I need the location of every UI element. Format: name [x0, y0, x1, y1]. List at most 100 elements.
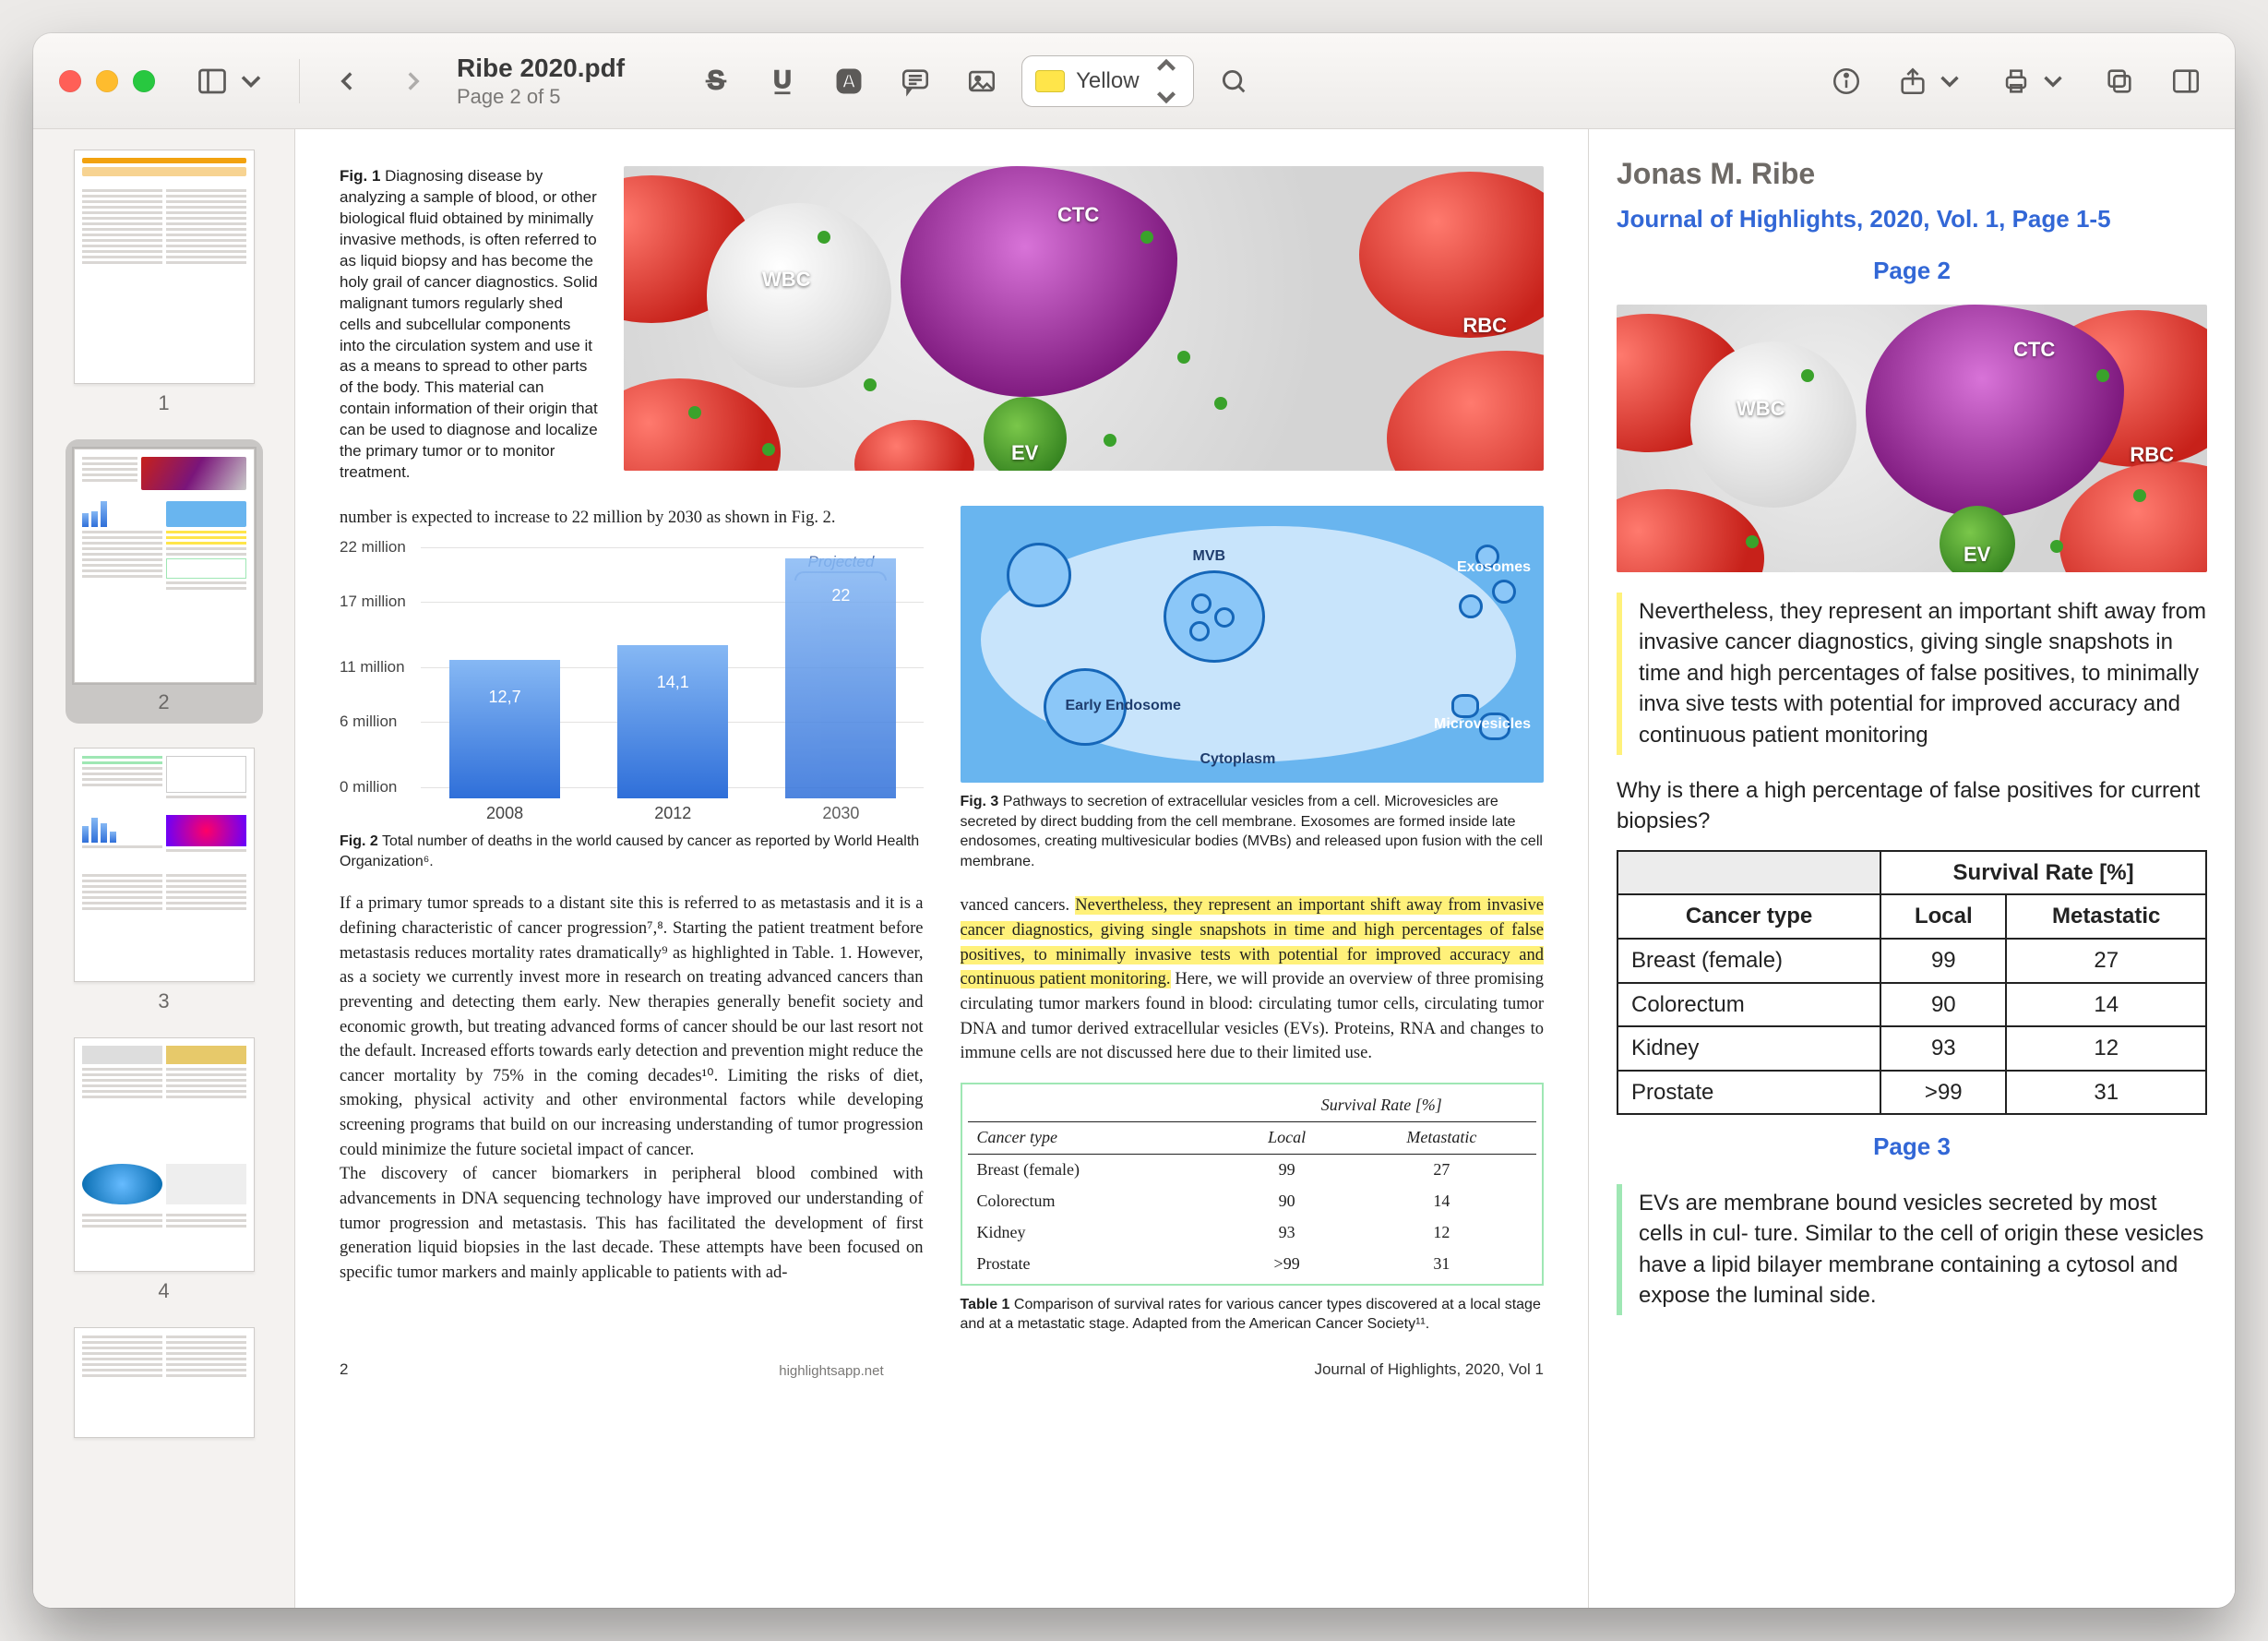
cell-meta: 27: [2006, 939, 2206, 983]
text-highlight-tool-button[interactable]: A: [822, 55, 876, 107]
fig2-chart: 22 million17 million11 million6 million0…: [340, 547, 924, 824]
highlight-color-picker[interactable]: Yellow: [1021, 55, 1194, 107]
page-number: 2: [340, 1360, 348, 1379]
toolbar-divider: [299, 59, 300, 103]
image-highlight-tool-button[interactable]: [955, 55, 1009, 107]
thumbnail-page-2[interactable]: 2: [66, 439, 263, 724]
cell-meta: 27: [1347, 1155, 1536, 1186]
chart-y-tick: 6 million: [340, 711, 397, 733]
comment-tool-button[interactable]: [889, 55, 942, 107]
thumbnail-sidebar[interactable]: 1: [33, 129, 295, 1608]
table-row: Prostate>9931: [1617, 1071, 2206, 1115]
document-title-block: Ribe 2020.pdf Page 2 of 5: [457, 52, 625, 110]
window-controls: [59, 70, 155, 92]
notes-table[interactable]: Survival Rate [%] Cancer type Local Meta…: [1617, 850, 2207, 1116]
cell-cancer-type: Kidney: [1617, 1026, 1880, 1071]
share-button[interactable]: [1886, 55, 1976, 107]
cell-cancer-type: Prostate: [968, 1249, 1227, 1280]
notes-image-clip[interactable]: WBC CTC RBC EV: [1617, 305, 2207, 572]
thumbnail-number: 1: [158, 391, 169, 415]
cell-cancer-type: Colorectum: [1617, 983, 1880, 1027]
notes-yellow-snippet[interactable]: Nevertheless, they represent an importan…: [1617, 593, 2207, 755]
thumbnail-number: 4: [158, 1279, 169, 1303]
fig1-label-wbc: WBC: [762, 268, 811, 292]
chart-bar-value: 22: [831, 584, 850, 608]
fig2-label: Fig. 2: [340, 833, 378, 849]
table1-highlight-box[interactable]: Survival Rate [%] Cancer type Local Meta…: [961, 1083, 1545, 1285]
notes-page2-label[interactable]: Page 2: [1617, 254, 2207, 287]
chart-y-tick: 0 million: [340, 776, 397, 798]
thumbnail-page-3[interactable]: 3: [66, 748, 263, 1013]
underline-tool-button[interactable]: U: [756, 55, 809, 107]
cell-meta: 14: [2006, 983, 2206, 1027]
fig3-image: Early Endosome MVB Exosomes Microvesicle…: [961, 506, 1545, 783]
page-back-button[interactable]: [320, 55, 374, 107]
table-row: Colorectum9014: [968, 1186, 1537, 1217]
fig1-label-ctc: CTC: [1057, 203, 1099, 227]
notes-green-snippet[interactable]: EVs are membrane bound vesicles secreted…: [1617, 1184, 2207, 1315]
table-row: Kidney9312: [968, 1217, 1537, 1249]
notes-user-question[interactable]: Why is there a high percentage of false …: [1617, 775, 2207, 837]
table-row: Kidney9312: [1617, 1026, 2206, 1071]
strikethrough-tool-button[interactable]: S: [689, 55, 743, 107]
notes-author: Jonas M. Ribe: [1617, 153, 2207, 195]
close-window-button[interactable]: [59, 70, 81, 92]
search-button[interactable]: [1207, 55, 1260, 107]
minimize-window-button[interactable]: [96, 70, 118, 92]
fig3-caption: Fig. 3 Pathways to secretion of extracel…: [961, 792, 1545, 871]
thumbnail-page-5[interactable]: [66, 1327, 263, 1438]
lead-sentence: number is expected to increase to 22 mil…: [340, 506, 924, 531]
chart-x-tick: 2012: [654, 802, 691, 826]
cell-meta: 31: [1347, 1249, 1536, 1280]
zoom-window-button[interactable]: [133, 70, 155, 92]
cell-meta: 12: [2006, 1026, 2206, 1071]
thumbnail-page-4[interactable]: 4: [66, 1037, 263, 1303]
thumbnail-page-1[interactable]: 1: [66, 150, 263, 415]
notes-panel[interactable]: Jonas M. Ribe Journal of Highlights, 202…: [1589, 129, 2235, 1608]
notes-panel-toggle-button[interactable]: [2159, 55, 2213, 107]
table-row: Breast (female)9927: [968, 1155, 1537, 1186]
thumbnail-number: 2: [158, 690, 169, 714]
fig1-label: Fig. 1: [340, 167, 380, 185]
chart-bar: 222030: [785, 558, 896, 798]
fig1-label-ev: EV: [1011, 441, 1038, 465]
cell-meta: 31: [2006, 1071, 2206, 1115]
copy-button[interactable]: [2093, 55, 2146, 107]
stepper-icon: [1151, 50, 1182, 113]
app-window: Ribe 2020.pdf Page 2 of 5 S U A Yellow: [33, 33, 2235, 1608]
chart-bar-value: 14,1: [657, 671, 689, 695]
fig1-caption: Fig. 1 Diagnosing disease by analyzing a…: [340, 166, 598, 484]
cell-local: 93: [1880, 1026, 2006, 1071]
cell-local: >99: [1226, 1249, 1346, 1280]
info-button[interactable]: [1820, 55, 1873, 107]
cell-local: >99: [1880, 1071, 2006, 1115]
table-row: Breast (female)9927: [1617, 939, 2206, 983]
cell-local: 99: [1226, 1155, 1346, 1186]
cell-cancer-type: Breast (female): [968, 1155, 1227, 1186]
cell-cancer-type: Kidney: [968, 1217, 1227, 1249]
table-row: Prostate>9931: [968, 1249, 1537, 1280]
notes-page3-label[interactable]: Page 3: [1617, 1130, 2207, 1163]
cell-meta: 14: [1347, 1186, 1536, 1217]
svg-text:A: A: [842, 70, 855, 92]
chart-bar-value: 12,7: [489, 686, 521, 710]
document-title: Ribe 2020.pdf: [457, 52, 625, 84]
sidebar-toggle-button[interactable]: [185, 55, 279, 107]
page-forward-button[interactable]: [387, 55, 440, 107]
chart-y-tick: 17 million: [340, 591, 406, 613]
footer-journal: Journal of Highlights, 2020, Vol 1: [1314, 1360, 1544, 1379]
thumbnail-number: 3: [158, 989, 169, 1013]
toolbar: Ribe 2020.pdf Page 2 of 5 S U A Yellow: [33, 33, 2235, 129]
cell-local: 90: [1226, 1186, 1346, 1217]
document-subtitle: Page 2 of 5: [457, 84, 625, 110]
highlight-color-label: Yellow: [1076, 68, 1140, 94]
fig1-image: WBC CTC RBC EV: [624, 166, 1544, 471]
notes-journal-link[interactable]: Journal of Highlights, 2020, Vol. 1, Pag…: [1617, 202, 2207, 235]
page-footer: 2 highlightsapp.net Journal of Highlight…: [340, 1360, 1544, 1379]
print-button[interactable]: [1989, 55, 2080, 107]
chart-bar: 12,72008: [449, 660, 560, 798]
pdf-viewer[interactable]: Fig. 1 Diagnosing disease by analyzing a…: [295, 129, 1589, 1608]
fig3-label: Fig. 3: [961, 794, 999, 809]
chart-x-tick: 2030: [822, 802, 859, 826]
cell-meta: 12: [1347, 1217, 1536, 1249]
